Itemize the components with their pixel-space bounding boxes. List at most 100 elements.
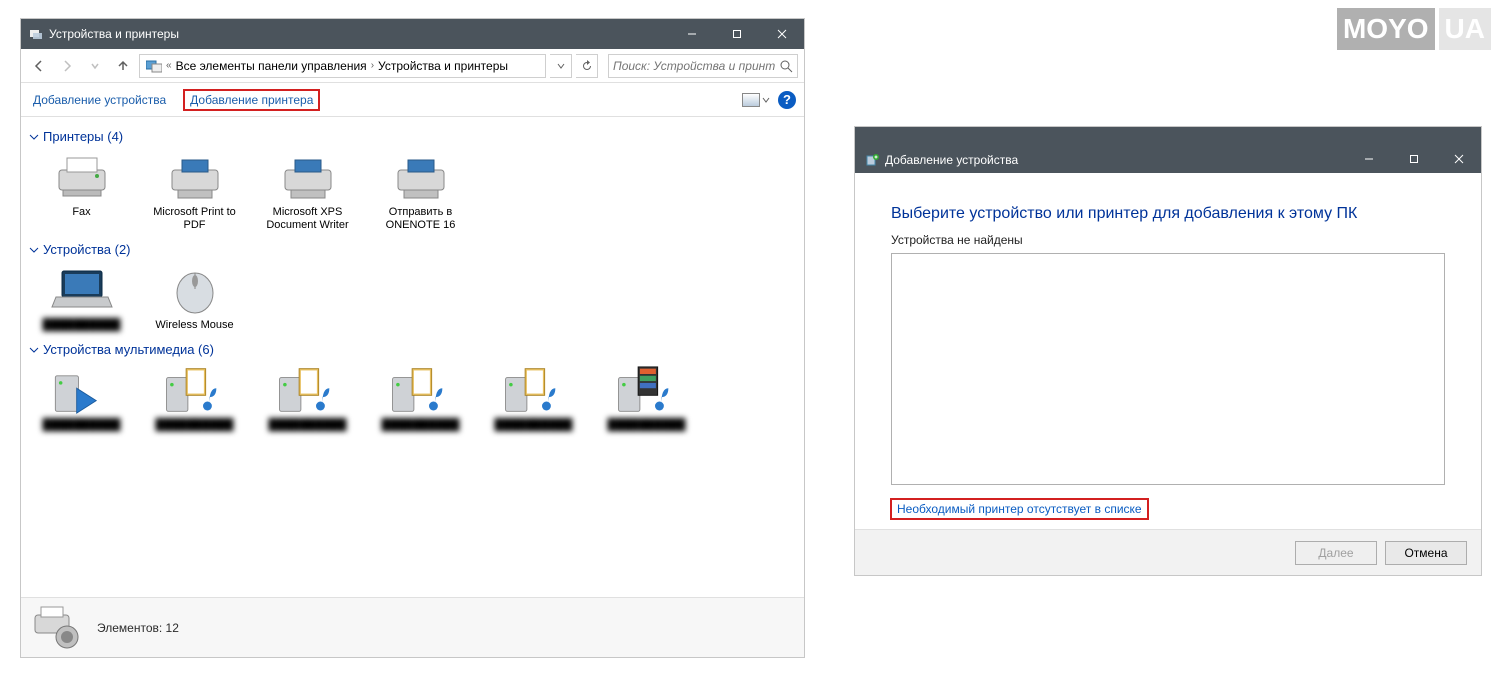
content-pane: Принтеры (4) Fax Microsoft Print to PDF <box>21 117 804 597</box>
dialog-subtext: Устройства не найдены <box>891 233 1445 247</box>
device-label: ██████████ <box>43 419 121 432</box>
media-server-icon <box>50 363 114 417</box>
minimize-button[interactable] <box>1346 145 1391 173</box>
found-devices-list[interactable] <box>891 253 1445 485</box>
group-label: Устройства (2) <box>43 242 131 257</box>
maximize-button[interactable] <box>714 19 759 49</box>
group-label: Принтеры (4) <box>43 129 123 144</box>
add-device-dialog: Добавление устройства Выберите устройств… <box>854 126 1482 576</box>
device-item[interactable]: Microsoft Print to PDF <box>142 148 247 234</box>
add-device-link[interactable]: Добавление устройства <box>29 90 170 110</box>
laptop-icon <box>50 263 114 317</box>
history-dropdown[interactable] <box>83 54 107 78</box>
logo-part1: MOYO <box>1337 8 1435 50</box>
device-item[interactable]: ██████████ <box>255 361 360 434</box>
breadcrumb-prefix: « <box>166 60 172 71</box>
device-label: ██████████ <box>495 419 573 432</box>
device-label: ██████████ <box>43 319 121 332</box>
media-server-icon <box>163 363 227 417</box>
breadcrumb-item-1[interactable]: Все элементы панели управления <box>176 59 367 73</box>
forward-button[interactable] <box>55 54 79 78</box>
breadcrumb-item-2[interactable]: Устройства и принтеры <box>378 59 508 73</box>
add-printer-link[interactable]: Добавление принтера <box>184 90 319 110</box>
devices-icon <box>29 27 43 41</box>
devices-and-printers-window: Устройства и принтеры « Все элементы пан… <box>20 18 805 658</box>
multimedia-items: ██████████ ██████████ ██████████ ███████… <box>29 361 796 434</box>
close-button[interactable] <box>759 19 804 49</box>
device-label: ██████████ <box>382 419 460 432</box>
device-label: Fax <box>72 206 90 219</box>
window-title: Устройства и принтеры <box>49 27 179 41</box>
group-header-multimedia[interactable]: Устройства мультимедиа (6) <box>29 342 796 357</box>
next-button[interactable]: Далее <box>1295 541 1377 565</box>
device-item[interactable]: Fax <box>29 148 134 234</box>
group-header-printers[interactable]: Принтеры (4) <box>29 129 796 144</box>
media-server-icon <box>389 363 453 417</box>
dialog-buttons: Далее Отмена <box>855 529 1481 575</box>
dialog-body: Выберите устройство или принтер для доба… <box>855 173 1481 529</box>
media-server-icon <box>615 363 679 417</box>
chevron-down-icon <box>29 132 39 142</box>
dropdown-caret-icon <box>762 96 770 104</box>
search-icon <box>779 59 793 73</box>
device-item[interactable]: ██████████ <box>481 361 586 434</box>
maximize-button[interactable] <box>1391 145 1436 173</box>
search-input[interactable] <box>613 59 775 73</box>
mouse-icon <box>163 263 227 317</box>
refresh-button[interactable] <box>576 54 598 78</box>
dialog-title: Добавление устройства <box>885 153 1018 167</box>
printers-items: Fax Microsoft Print to PDF Microsoft XPS… <box>29 148 796 234</box>
media-server-icon <box>502 363 566 417</box>
device-label: Отправить в ONENOTE 16 <box>370 206 471 232</box>
device-item[interactable]: ██████████ <box>368 361 473 434</box>
close-button[interactable] <box>1436 145 1481 173</box>
titlebar: Устройства и принтеры <box>21 19 804 49</box>
logo-part2: UA <box>1439 8 1491 50</box>
search-box[interactable] <box>608 54 798 78</box>
fax-icon <box>50 150 114 204</box>
status-text: Элементов: 12 <box>97 621 179 635</box>
group-header-devices[interactable]: Устройства (2) <box>29 242 796 257</box>
device-item[interactable]: ██████████ <box>594 361 699 434</box>
address-dropdown[interactable] <box>550 54 572 78</box>
devices-items: ██████████ Wireless Mouse <box>29 261 796 334</box>
cancel-button[interactable]: Отмена <box>1385 541 1467 565</box>
back-button[interactable] <box>27 54 51 78</box>
device-label: ██████████ <box>156 419 234 432</box>
dialog-titlebar: Добавление устройства <box>855 127 1481 173</box>
chevron-down-icon <box>29 345 39 355</box>
printer-icon <box>163 150 227 204</box>
device-item[interactable]: Отправить в ONENOTE 16 <box>368 148 473 234</box>
chevron-down-icon <box>29 245 39 255</box>
printer-not-listed-link[interactable]: Необходимый принтер отсутствует в списке <box>891 499 1148 519</box>
chevron-right-icon: › <box>371 60 374 71</box>
status-bar-icon <box>31 605 87 651</box>
device-label: Wireless Mouse <box>155 319 233 332</box>
view-icon <box>742 93 760 107</box>
help-button[interactable]: ? <box>778 91 796 109</box>
logo: MOYO UA <box>1337 8 1491 50</box>
printer-icon <box>389 150 453 204</box>
control-panel-icon <box>146 59 162 73</box>
minimize-button[interactable] <box>669 19 714 49</box>
device-item[interactable]: Wireless Mouse <box>142 261 247 334</box>
status-bar: Элементов: 12 <box>21 597 804 657</box>
device-item[interactable]: ██████████ <box>29 261 134 334</box>
device-add-icon <box>865 153 879 167</box>
group-label: Устройства мультимедиа (6) <box>43 342 214 357</box>
up-button[interactable] <box>111 54 135 78</box>
device-label: Microsoft Print to PDF <box>144 206 245 232</box>
breadcrumb-path[interactable]: « Все элементы панели управления › Устро… <box>139 54 546 78</box>
device-label: ██████████ <box>608 419 686 432</box>
device-item[interactable]: ██████████ <box>142 361 247 434</box>
device-label: Microsoft XPS Document Writer <box>257 206 358 232</box>
view-options-button[interactable] <box>742 93 770 107</box>
dialog-heading: Выберите устройство или принтер для доба… <box>891 205 1445 223</box>
printer-icon <box>276 150 340 204</box>
media-server-icon <box>276 363 340 417</box>
command-bar: Добавление устройства Добавление принтер… <box>21 83 804 117</box>
device-item[interactable]: ██████████ <box>29 361 134 434</box>
device-label: ██████████ <box>269 419 347 432</box>
device-item[interactable]: Microsoft XPS Document Writer <box>255 148 360 234</box>
address-bar: « Все элементы панели управления › Устро… <box>21 49 804 83</box>
